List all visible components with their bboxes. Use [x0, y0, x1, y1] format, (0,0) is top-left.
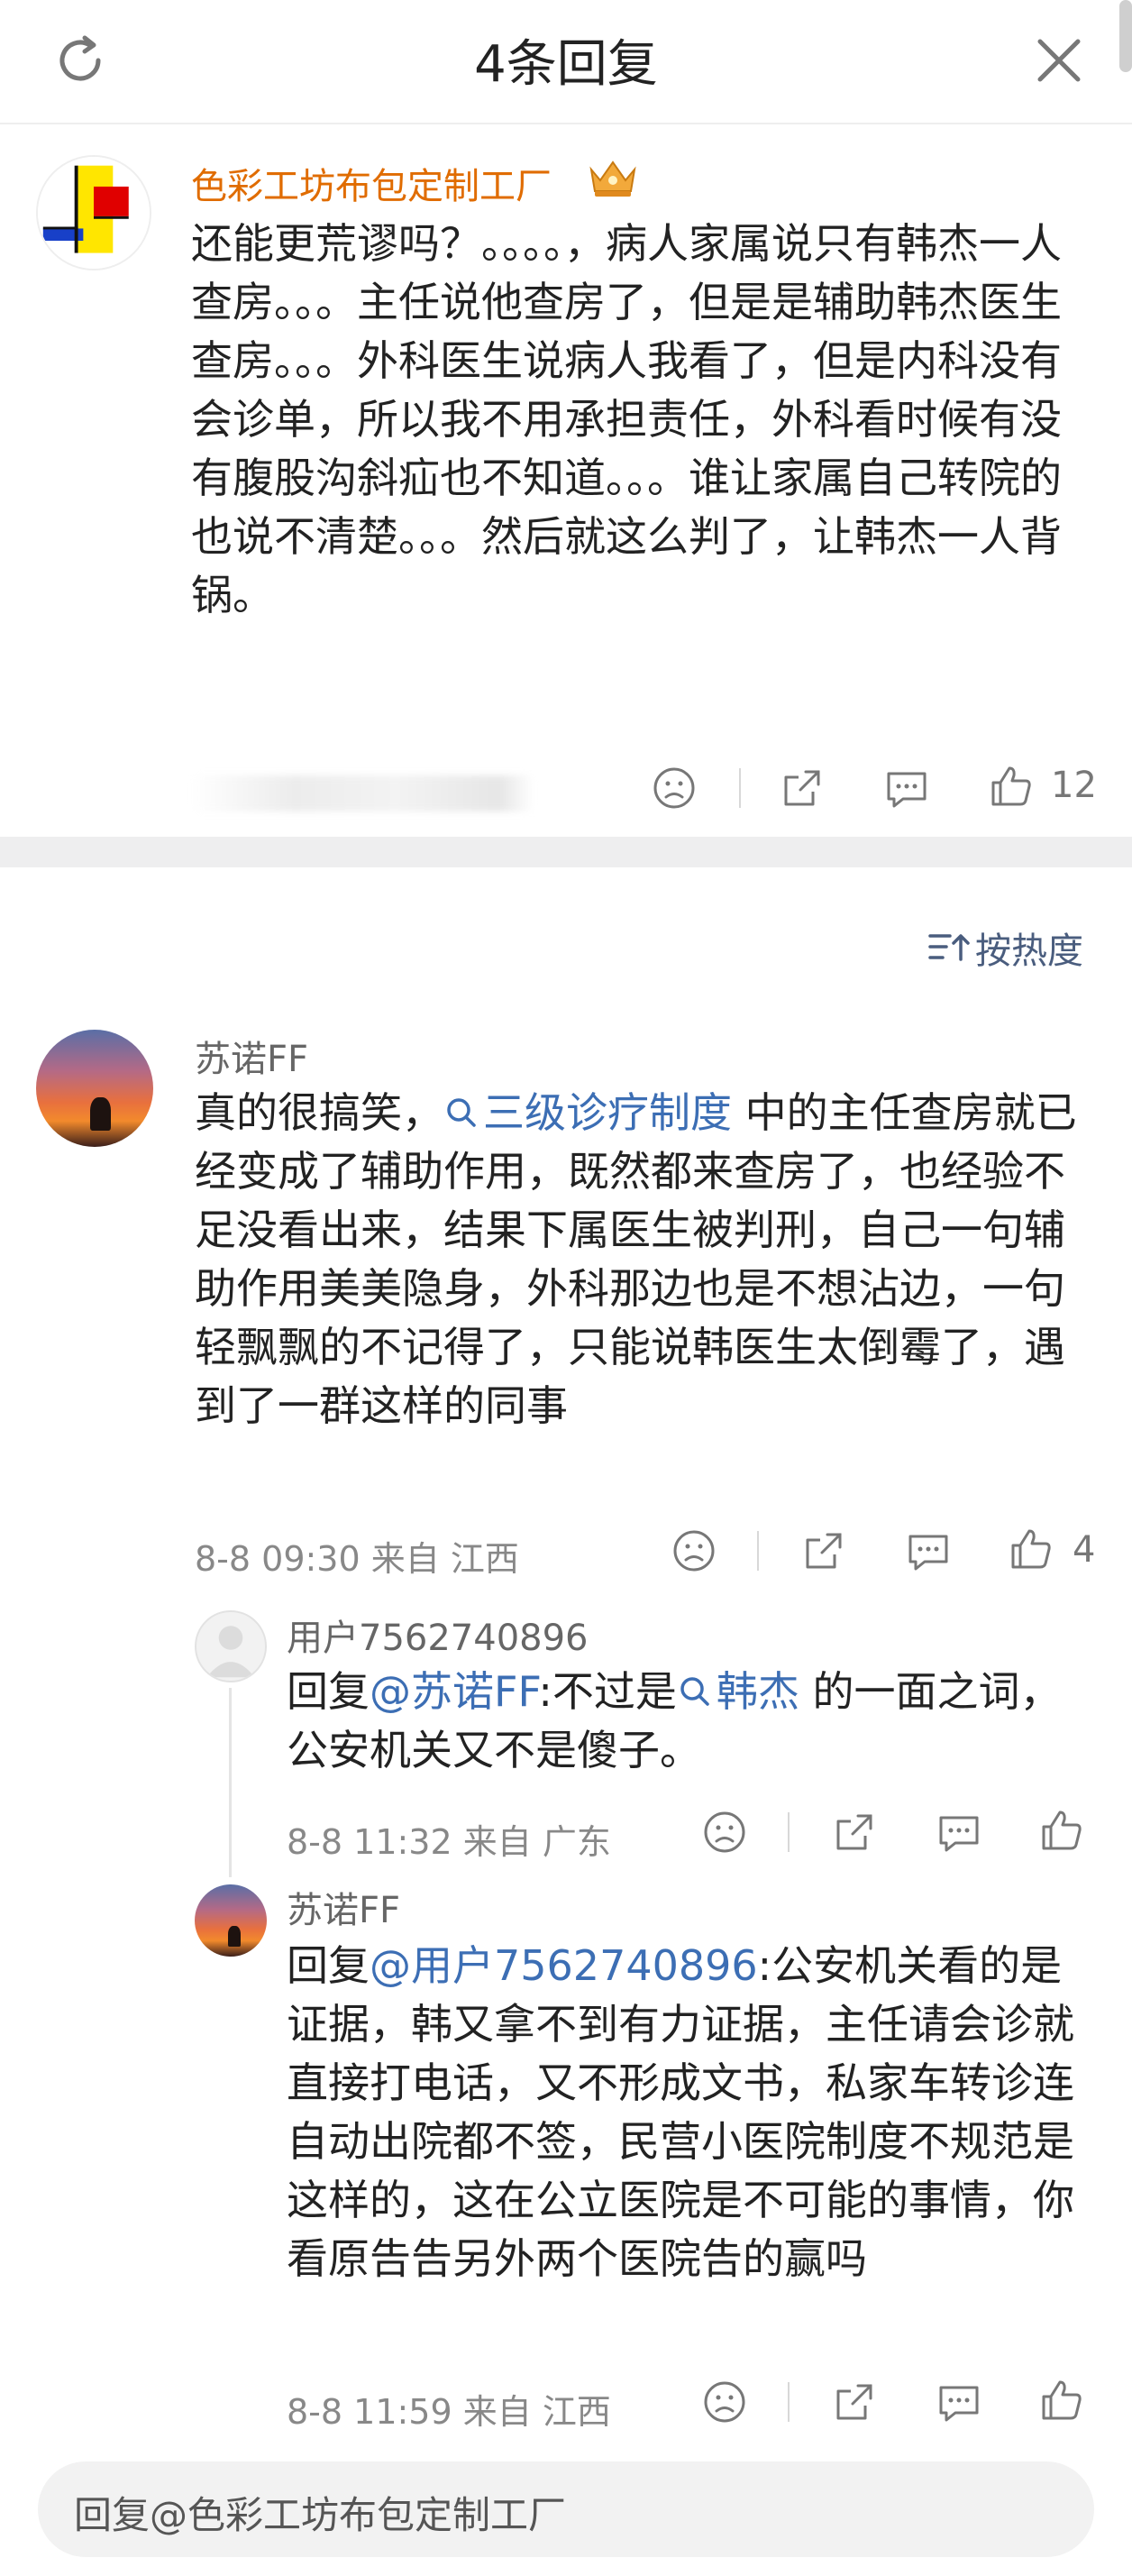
divider: [788, 1812, 790, 1852]
avatar[interactable]: [36, 155, 151, 270]
author-name[interactable]: 用户7562740896: [287, 1609, 589, 1661]
sort-icon: [928, 934, 970, 961]
topic-link[interactable]: 三级诊疗制度: [443, 1088, 732, 1137]
comment-icon[interactable]: [936, 2379, 982, 2425]
reply-input-placeholder: 回复@色彩工坊布包定制工厂: [74, 2493, 567, 2537]
action-row: [0, 2373, 1132, 2436]
mention-link[interactable]: @苏诺FF: [370, 1667, 538, 1716]
thumbs-up-icon[interactable]: [1038, 1807, 1085, 1854]
share-icon[interactable]: [800, 1527, 847, 1574]
dislike-face-icon[interactable]: [701, 1809, 748, 1856]
like-count: 4: [1073, 1529, 1096, 1571]
reply-prefix: 回复: [287, 1667, 370, 1716]
search-topic-icon: [680, 1677, 709, 1706]
share-icon[interactable]: [831, 1809, 878, 1856]
action-row: [0, 1803, 1132, 1866]
comment-icon[interactable]: [905, 1527, 952, 1574]
page-title: 4条回复: [474, 35, 658, 94]
close-icon[interactable]: [1027, 29, 1091, 92]
header-bar: 4条回复: [0, 0, 1132, 124]
reply-text-part: :公安机关看的是证据，韩又拿不到有力证据，主任请会诊就直接打电话，又不形成文书，…: [287, 1941, 1074, 2283]
mention-link[interactable]: @用户7562740896: [370, 1941, 758, 1990]
share-icon[interactable]: [779, 765, 826, 811]
topic-label: 韩杰: [716, 1667, 799, 1716]
like-count: 12: [1051, 765, 1097, 806]
action-row: 12: [0, 756, 1132, 819]
action-row: 4: [0, 1524, 1132, 1587]
dislike-face-icon[interactable]: [701, 2379, 748, 2425]
comment-text: 还能更荒谬吗？。。。。，病人家属说只有韩杰一人查房。。。主任说他查房了，但是是辅…: [191, 219, 1062, 619]
avatar[interactable]: [195, 1884, 267, 1957]
dislike-face-icon[interactable]: [651, 765, 698, 811]
search-topic-icon: [447, 1098, 476, 1127]
topic-label: 三级诊疗制度: [483, 1088, 732, 1137]
divider: [788, 2382, 790, 2422]
dislike-face-icon[interactable]: [671, 1527, 717, 1574]
thumbs-up-icon[interactable]: [1038, 2377, 1085, 2424]
scrollbar-thumb[interactable]: [1119, 0, 1132, 72]
comment-icon[interactable]: [883, 765, 930, 811]
author-name[interactable]: 苏诺FF: [195, 1030, 308, 1082]
top-comment: 色彩工坊布包定制工厂 还能更荒谬吗？。。。。，病人家属说只有韩杰一人查房。。。主…: [0, 124, 1132, 837]
comment-text-part: 真的很搞笑，: [195, 1088, 443, 1137]
author-name[interactable]: 色彩工坊布包定制工厂: [191, 157, 552, 209]
reply-text: 回复@用户7562740896:公安机关看的是证据，韩又拿不到有力证据，主任请会…: [287, 1937, 1080, 2288]
topic-link[interactable]: 韩杰: [677, 1667, 799, 1716]
avatar[interactable]: [195, 1610, 267, 1682]
share-icon[interactable]: [831, 2379, 878, 2425]
reply-text-part: :不过是: [538, 1667, 677, 1716]
comment-text-part: 中的主任查房就已经变成了辅助作用，既然都来查房了，也经验不足没看出来，结果下属医…: [195, 1088, 1077, 1430]
thumbs-up-icon[interactable]: [988, 763, 1035, 810]
comment-text: 真的很搞笑， 三级诊疗制度 中的主任查房就已经变成了辅助作用，既然都来查房了，也经…: [195, 1084, 1087, 1435]
comment-icon[interactable]: [936, 1809, 982, 1856]
vip-crown-icon: [586, 153, 640, 200]
reply-input[interactable]: 回复@色彩工坊布包定制工厂: [38, 2461, 1094, 2557]
divider: [739, 768, 741, 808]
divider: [757, 1531, 759, 1571]
sort-label: 按热度: [975, 930, 1083, 972]
section-divider: [0, 837, 1132, 867]
thumbs-up-icon[interactable]: [1008, 1526, 1054, 1572]
reply-prefix: 回复: [287, 1941, 370, 1990]
reply-text: 回复@苏诺FF:不过是 韩杰 的一面之词，公安机关又不是傻子。: [287, 1663, 1080, 1780]
avatar[interactable]: [36, 1030, 153, 1147]
author-name[interactable]: 苏诺FF: [287, 1881, 400, 1933]
